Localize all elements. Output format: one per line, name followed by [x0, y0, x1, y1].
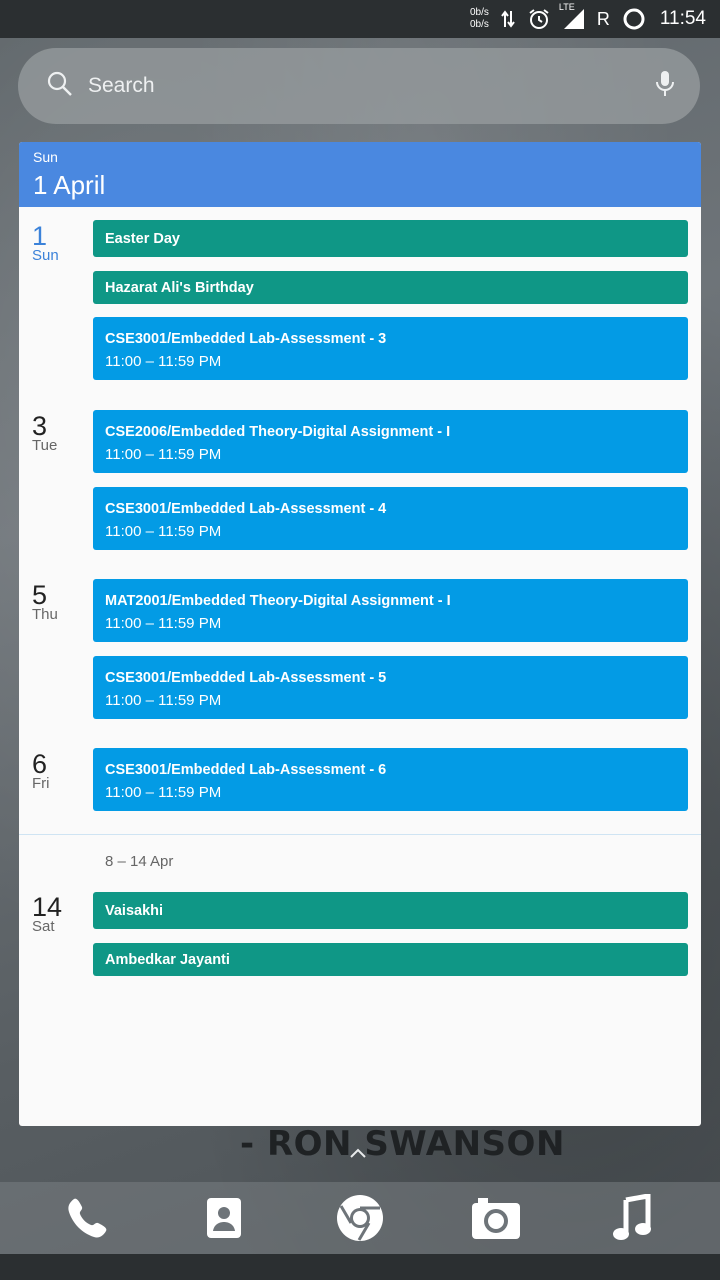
event-time: 11:00 – 11:59 PM [105, 615, 222, 632]
music-icon[interactable] [602, 1188, 662, 1248]
week-divider [19, 834, 701, 835]
phone-icon[interactable] [58, 1188, 118, 1248]
day-number: 3 [32, 411, 48, 441]
event-time: 11:00 – 11:59 PM [105, 353, 222, 370]
event-time: 11:00 – 11:59 PM [105, 523, 222, 540]
event-card[interactable]: Easter Day [93, 220, 688, 257]
event-title: CSE3001/Embedded Lab-Assessment - 3 [105, 331, 387, 347]
nav-bar [0, 1254, 720, 1280]
header-date: 1 April [33, 170, 106, 200]
event-card[interactable]: CSE2006/Embedded Theory-Digital Assignme… [93, 410, 688, 473]
network-type: LTE [558, 2, 575, 12]
app-drawer-chevron-icon[interactable] [348, 1146, 368, 1165]
header-day: Sun [33, 149, 58, 165]
event-card[interactable]: Hazarat Ali's Birthday [93, 271, 688, 304]
event-card[interactable]: MAT2001/Embedded Theory-Digital Assignme… [93, 579, 688, 642]
status-bar: 0b/s 0b/s LTE R 11:54 [0, 0, 720, 38]
battery-icon [622, 7, 646, 31]
event-time: 11:00 – 11:59 PM [105, 784, 222, 801]
event-card[interactable]: CSE3001/Embedded Lab-Assessment - 4 11:0… [93, 487, 688, 550]
event-title: Hazarat Ali's Birthday [105, 280, 254, 296]
net-up-speed: 0b/s [469, 7, 489, 18]
event-title: Ambedkar Jayanti [105, 952, 230, 968]
event-title: Easter Day [105, 231, 180, 247]
clock: 11:54 [659, 8, 706, 29]
event-time: 11:00 – 11:59 PM [105, 692, 222, 709]
camera-icon[interactable] [466, 1188, 526, 1248]
event-time: 11:00 – 11:59 PM [105, 446, 222, 463]
chrome-icon[interactable] [330, 1188, 390, 1248]
network-speed: 0b/s 0b/s [470, 7, 489, 31]
wallpaper-quote: - RON SWANSON [240, 1124, 565, 1164]
alarm-icon [527, 7, 551, 31]
event-card[interactable]: CSE3001/Embedded Lab-Assessment - 6 11:0… [93, 748, 688, 811]
event-card[interactable]: Vaisakhi [93, 892, 688, 929]
search-bar[interactable]: Search [18, 48, 700, 124]
day-number: 1 [32, 221, 48, 251]
day-name: Thu [32, 606, 58, 623]
contacts-icon[interactable] [194, 1188, 254, 1248]
app-dock [0, 1182, 720, 1254]
day-name: Sun [32, 247, 59, 264]
net-down-speed: 0b/s [469, 19, 489, 30]
event-title: CSE3001/Embedded Lab-Assessment - 5 [105, 670, 387, 686]
week-range-label: 8 – 14 Apr [105, 853, 174, 870]
day-name: Sat [32, 918, 55, 935]
day-number: 6 [32, 749, 48, 779]
event-card[interactable]: CSE3001/Embedded Lab-Assessment - 5 11:0… [93, 656, 688, 719]
day-name: Fri [32, 775, 50, 792]
search-input[interactable]: Search [88, 74, 654, 98]
signal-icon: LTE [559, 2, 585, 30]
mic-icon[interactable] [654, 69, 676, 104]
search-icon [46, 70, 74, 103]
event-title: MAT2001/Embedded Theory-Digital Assignme… [105, 593, 451, 609]
event-card[interactable]: Ambedkar Jayanti [93, 943, 688, 976]
calendar-header[interactable]: Sun 1 April [19, 142, 701, 207]
event-title: CSE3001/Embedded Lab-Assessment - 6 [105, 762, 387, 778]
day-name: Tue [32, 437, 58, 454]
day-number: 5 [32, 580, 48, 610]
event-title: Vaisakhi [105, 903, 164, 919]
event-title: CSE3001/Embedded Lab-Assessment - 4 [105, 501, 387, 517]
data-arrows-icon [501, 9, 515, 29]
calendar-widget: Sun 1 April 1 Sun Easter Day Hazarat Ali… [19, 142, 701, 1126]
day-number: 14 [32, 892, 63, 922]
roaming-indicator: R [596, 8, 610, 29]
event-card[interactable]: CSE3001/Embedded Lab-Assessment - 3 11:0… [93, 317, 688, 380]
event-title: CSE2006/Embedded Theory-Digital Assignme… [105, 424, 451, 440]
